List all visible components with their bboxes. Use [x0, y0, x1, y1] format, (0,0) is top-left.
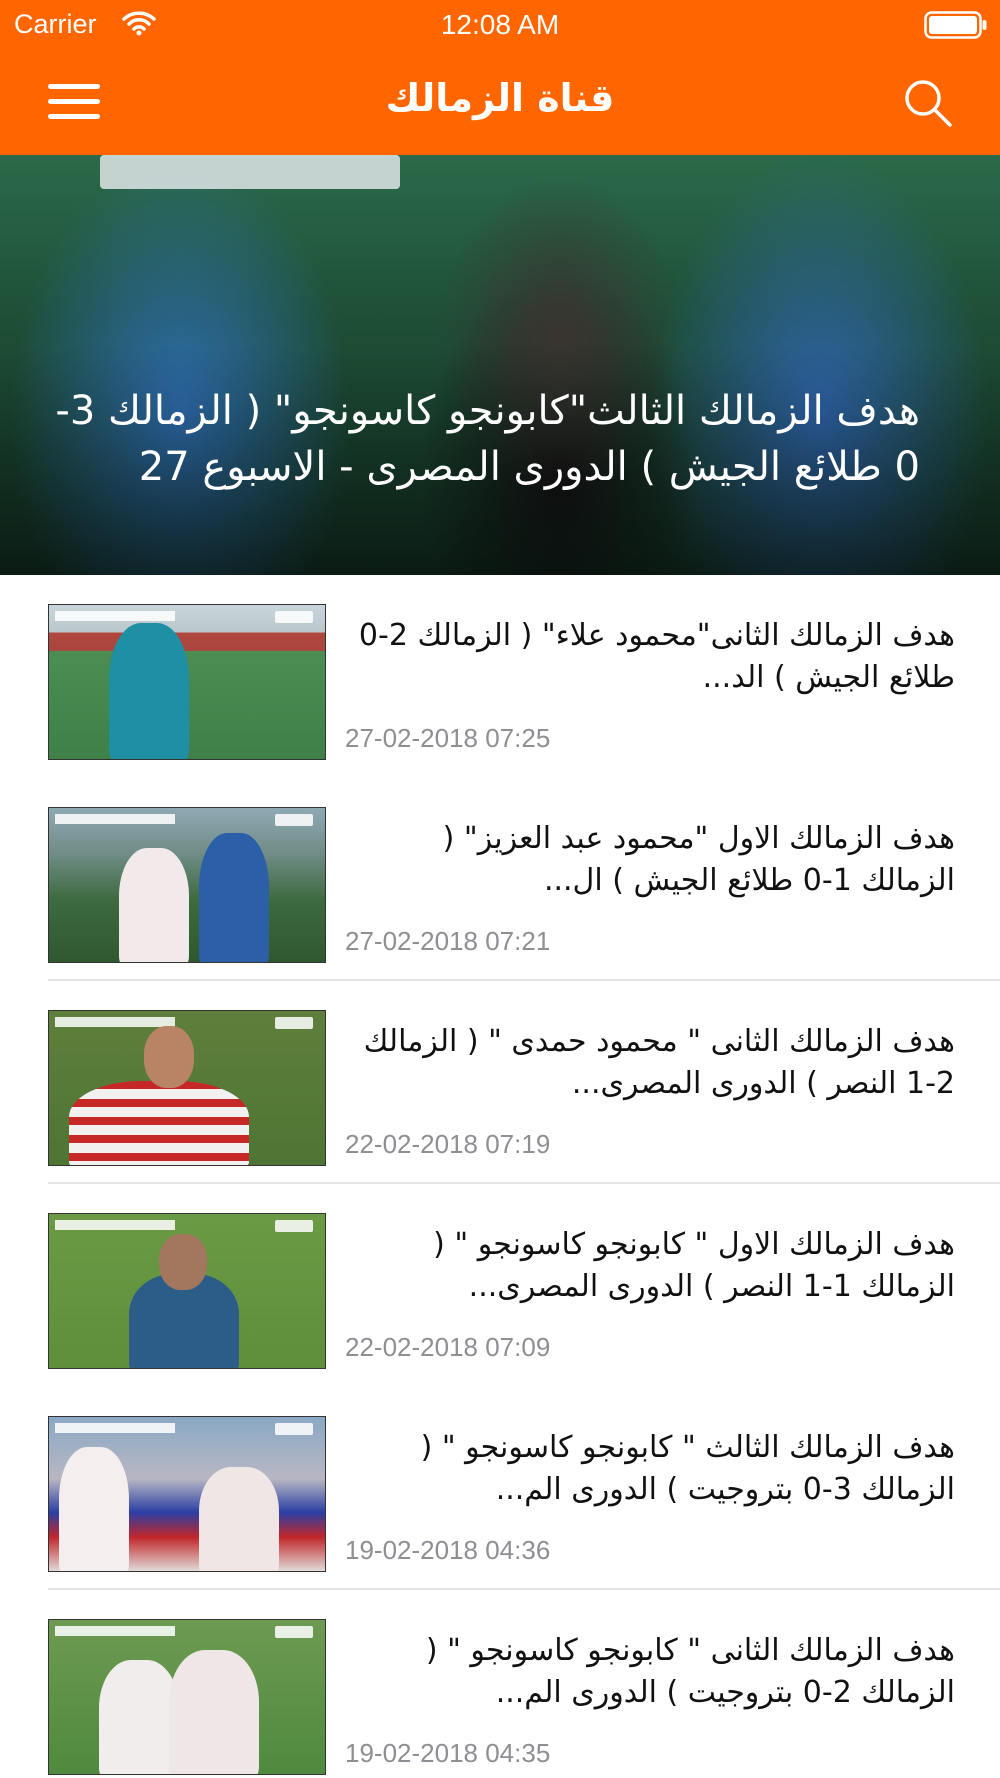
list-item-title: هدف الزمالك الاول " كابونجو كاسونجو " ( … [433, 1227, 955, 1304]
list-item-title: هدف الزمالك الثانى " كابونجو كاسونجو " (… [425, 1633, 955, 1710]
thumbnail-channel-logo [275, 1626, 313, 1638]
thumbnail-channel-logo [275, 611, 313, 623]
navigation-bar: قناة الزمالك [0, 50, 1000, 155]
battery-icon [924, 11, 987, 39]
video-list: هدف الزمالك الثانى"محمود علاء" ( الزمالك… [0, 575, 1000, 1778]
app-header: Carrier 12:08 AM قناة الزمالك [0, 0, 1000, 155]
list-item-title: هدف الزمالك الثانى"محمود علاء" ( الزمالك… [358, 618, 955, 695]
thumbnail-channel-logo [275, 1423, 313, 1435]
list-item-date: 19-02-2018 04:35 [345, 1738, 551, 1768]
list-item-text: هدف الزمالك الثانى " محمود حمدى " ( الزم… [345, 1021, 955, 1159]
search-button[interactable] [900, 75, 956, 131]
video-thumbnail [48, 807, 326, 963]
list-item-title: هدف الزمالك الاول "محمود عبد العزيز" ( ا… [442, 821, 955, 898]
thumbnail-player [109, 623, 189, 759]
list-item[interactable]: هدف الزمالك الثانى"محمود علاء" ( الزمالك… [0, 575, 1000, 778]
thumbnail-player [119, 848, 189, 962]
video-thumbnail [48, 1010, 326, 1166]
featured-video-title: هدف الزمالك الثالث"كابونجو كاسونجو" ( ال… [55, 388, 920, 490]
thumbnail-scorebar [55, 611, 175, 621]
list-item-date: 27-02-2018 07:25 [345, 723, 551, 753]
thumbnail-player [59, 1447, 129, 1571]
thumbnail-player [99, 1660, 179, 1774]
search-icon [905, 80, 952, 127]
thumbnail-channel-logo [275, 814, 313, 826]
list-item-date: 22-02-2018 07:09 [345, 1332, 551, 1362]
video-thumbnail [48, 1213, 326, 1369]
thumbnail-scorebar [55, 1423, 175, 1433]
video-thumbnail [48, 1619, 326, 1775]
list-item-date: 22-02-2018 07:19 [345, 1129, 551, 1159]
list-item-title: هدف الزمالك الثالث " كابونجو كاسونجو " (… [420, 1430, 955, 1507]
thumbnail-player-head [159, 1234, 207, 1290]
thumbnail-channel-logo [275, 1220, 313, 1232]
thumbnail-player [169, 1650, 259, 1774]
video-thumbnail [48, 1416, 326, 1572]
list-item[interactable]: هدف الزمالك الثالث " كابونجو كاسونجو " (… [0, 1387, 1000, 1590]
featured-video[interactable]: هدف الزمالك الثالث"كابونجو كاسونجو" ( ال… [0, 155, 1000, 575]
list-item-text: هدف الزمالك الاول "محمود عبد العزيز" ( ا… [345, 818, 955, 956]
page-title: قناة الزمالك [385, 76, 615, 120]
thumbnail-scorebar [55, 1220, 175, 1230]
thumbnail-scorebar [55, 1017, 175, 1027]
thumbnail-player [199, 833, 269, 962]
list-item[interactable]: هدف الزمالك الثانى " محمود حمدى " ( الزم… [0, 981, 1000, 1184]
list-item-date: 27-02-2018 07:21 [345, 926, 551, 956]
list-item-text: هدف الزمالك الثانى " كابونجو كاسونجو " (… [345, 1630, 955, 1768]
thumbnail-player [69, 1081, 249, 1165]
status-bar: Carrier 12:08 AM [0, 0, 1000, 50]
thumbnail-player-head [144, 1026, 194, 1088]
list-item-title: هدف الزمالك الثانى " محمود حمدى " ( الزم… [363, 1024, 955, 1101]
thumbnail-player [199, 1467, 279, 1571]
list-item[interactable]: هدف الزمالك الاول "محمود عبد العزيز" ( ا… [0, 778, 1000, 981]
list-item-text: هدف الزمالك الثانى"محمود علاء" ( الزمالك… [345, 615, 955, 753]
list-item[interactable]: هدف الزمالك الثانى " كابونجو كاسونجو " (… [0, 1590, 1000, 1778]
list-item-text: هدف الزمالك الاول " كابونجو كاسونجو " ( … [345, 1224, 955, 1362]
list-item[interactable]: هدف الزمالك الاول " كابونجو كاسونجو " ( … [0, 1184, 1000, 1387]
list-item-text: هدف الزمالك الثالث " كابونجو كاسونجو " (… [345, 1427, 955, 1565]
status-time: 12:08 AM [440, 9, 560, 40]
thumbnail-scorebar [55, 1626, 175, 1636]
list-item-date: 19-02-2018 04:36 [345, 1535, 551, 1565]
thumbnail-channel-logo [275, 1017, 313, 1029]
video-thumbnail [48, 604, 326, 760]
thumbnail-scorebar [55, 814, 175, 824]
